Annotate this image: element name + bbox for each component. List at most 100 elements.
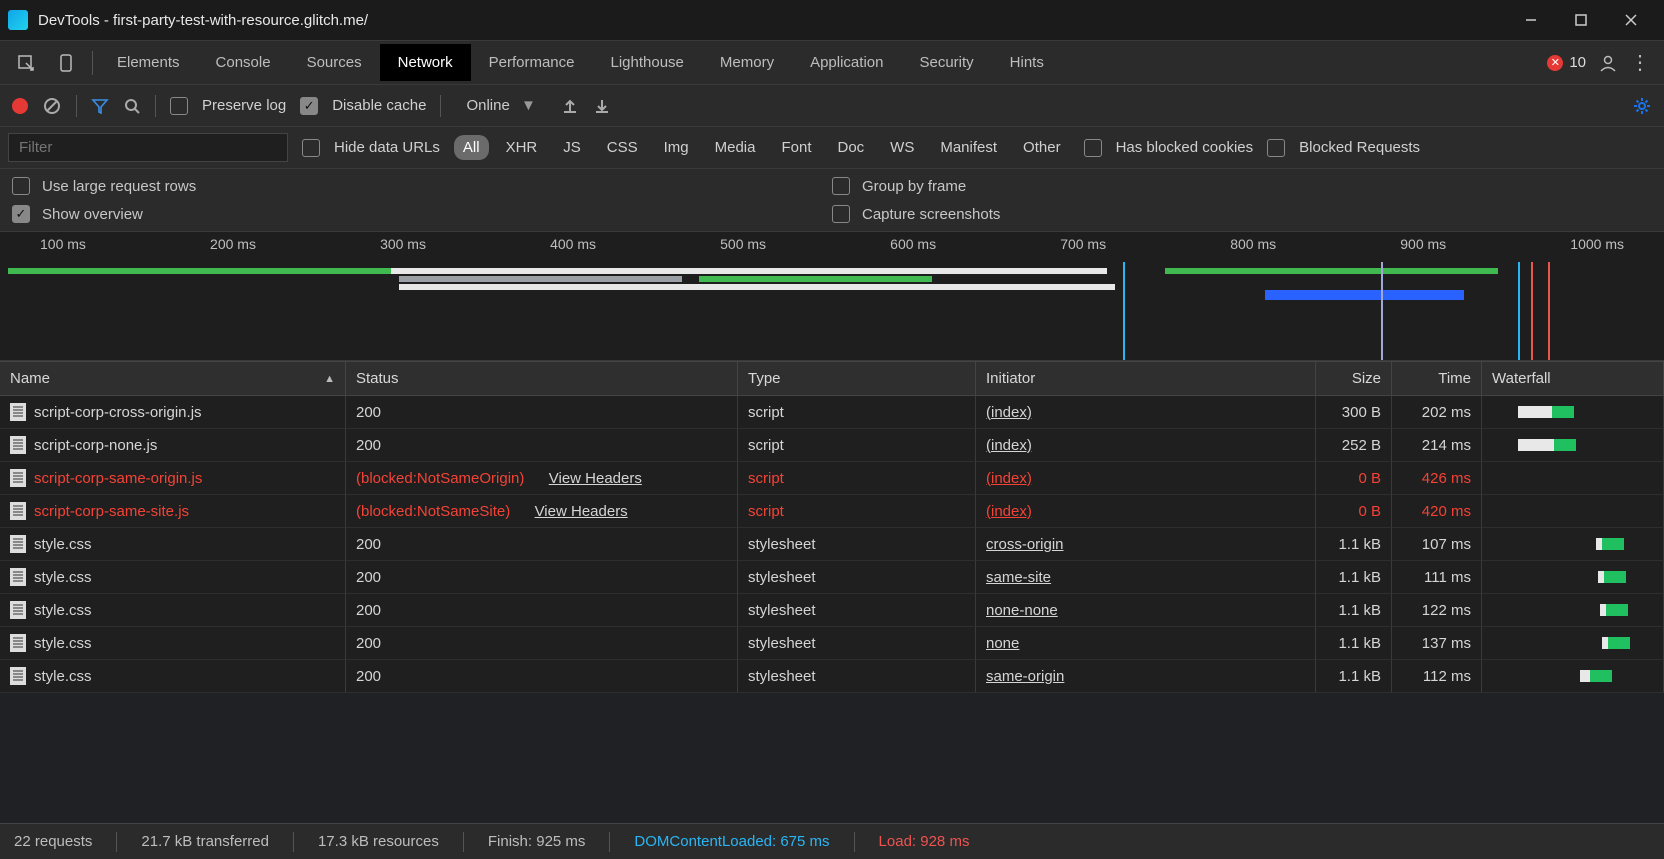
tab-elements[interactable]: Elements <box>99 44 198 81</box>
kebab-menu-icon[interactable]: ⋮ <box>1630 50 1650 75</box>
filter-icon[interactable] <box>91 97 109 115</box>
filter-type-css[interactable]: CSS <box>598 135 647 160</box>
overview-tick: 400 ms <box>550 236 596 252</box>
cell-initiator[interactable]: same-origin <box>976 660 1316 693</box>
filter-input[interactable] <box>8 133 288 162</box>
filter-type-js[interactable]: JS <box>554 135 590 160</box>
maximize-button[interactable] <box>1556 0 1606 40</box>
cell-initiator[interactable]: none-none <box>976 594 1316 627</box>
cell-waterfall <box>1482 495 1664 528</box>
group-by-frame-label: Group by frame <box>862 178 966 195</box>
preserve-log-label: Preserve log <box>202 97 286 114</box>
view-headers-link[interactable]: View Headers <box>535 503 628 520</box>
filter-type-all[interactable]: All <box>454 135 489 160</box>
upload-icon[interactable] <box>561 97 579 115</box>
cell-name[interactable]: script-corp-same-origin.js <box>0 462 346 495</box>
tab-memory[interactable]: Memory <box>702 44 792 81</box>
tab-application[interactable]: Application <box>792 44 901 81</box>
tab-console[interactable]: Console <box>198 44 289 81</box>
col-type[interactable]: Type <box>738 362 976 396</box>
cell-name[interactable]: style.css <box>0 627 346 660</box>
col-waterfall[interactable]: Waterfall <box>1482 362 1664 396</box>
filter-type-manifest[interactable]: Manifest <box>931 135 1006 160</box>
col-size[interactable]: Size <box>1316 362 1392 396</box>
cell-name[interactable]: script-corp-same-site.js <box>0 495 346 528</box>
status-requests: 22 requests <box>14 833 92 850</box>
hide-data-urls-checkbox[interactable] <box>302 139 320 157</box>
cell-size: 1.1 kB <box>1316 528 1392 561</box>
overview-timeline[interactable]: 100 ms200 ms300 ms400 ms500 ms600 ms700 … <box>0 231 1664 361</box>
group-by-frame-checkbox[interactable] <box>832 177 850 195</box>
cell-name[interactable]: style.css <box>0 594 346 627</box>
filter-type-media[interactable]: Media <box>706 135 765 160</box>
filter-bar: Hide data URLs AllXHRJSCSSImgMediaFontDo… <box>0 126 1664 168</box>
cell-type: stylesheet <box>738 528 976 561</box>
status-transferred: 21.7 kB transferred <box>141 833 269 850</box>
filter-type-img[interactable]: Img <box>655 135 698 160</box>
cell-size: 1.1 kB <box>1316 594 1392 627</box>
capture-screenshots-checkbox[interactable] <box>832 205 850 223</box>
cell-status: 200 <box>346 429 738 462</box>
filter-type-doc[interactable]: Doc <box>828 135 873 160</box>
inspect-icon[interactable] <box>6 53 46 73</box>
blocked-requests-checkbox[interactable] <box>1267 139 1285 157</box>
cell-name[interactable]: style.css <box>0 528 346 561</box>
col-name[interactable]: Name <box>0 362 346 396</box>
cell-name[interactable]: script-corp-none.js <box>0 429 346 462</box>
cell-type: stylesheet <box>738 627 976 660</box>
cell-initiator[interactable]: (index) <box>976 462 1316 495</box>
tab-hints[interactable]: Hints <box>992 44 1062 81</box>
preserve-log-checkbox[interactable] <box>170 97 188 115</box>
col-status[interactable]: Status <box>346 362 738 396</box>
cell-waterfall <box>1482 396 1664 429</box>
filter-type-ws[interactable]: WS <box>881 135 923 160</box>
view-headers-link[interactable]: View Headers <box>549 470 642 487</box>
tab-network[interactable]: Network <box>380 44 471 81</box>
device-icon[interactable] <box>46 53 86 73</box>
cell-initiator[interactable]: none <box>976 627 1316 660</box>
show-overview-checkbox[interactable] <box>12 205 30 223</box>
settings-gear-icon[interactable] <box>1632 96 1652 116</box>
cell-initiator[interactable]: (index) <box>976 495 1316 528</box>
clear-icon[interactable] <box>42 96 62 116</box>
cell-type: stylesheet <box>738 660 976 693</box>
file-icon <box>10 535 26 553</box>
cell-name[interactable]: script-corp-cross-origin.js <box>0 396 346 429</box>
requests-table: Name Status Type Initiator Size Time Wat… <box>0 361 1664 693</box>
search-icon[interactable] <box>123 97 141 115</box>
cell-initiator[interactable]: (index) <box>976 429 1316 462</box>
tab-performance[interactable]: Performance <box>471 44 593 81</box>
throttling-select[interactable]: Online ▼ <box>455 92 546 119</box>
panel-tabs: ElementsConsoleSourcesNetworkPerformance… <box>0 40 1664 84</box>
person-icon[interactable] <box>1598 53 1618 73</box>
cell-type: script <box>738 396 976 429</box>
cell-name[interactable]: style.css <box>0 660 346 693</box>
minimize-button[interactable] <box>1506 0 1556 40</box>
cell-time: 202 ms <box>1392 396 1482 429</box>
close-button[interactable] <box>1606 0 1656 40</box>
blocked-requests-label: Blocked Requests <box>1299 139 1420 156</box>
tab-sources[interactable]: Sources <box>289 44 380 81</box>
cell-initiator[interactable]: same-site <box>976 561 1316 594</box>
col-time[interactable]: Time <box>1392 362 1482 396</box>
tab-security[interactable]: Security <box>901 44 991 81</box>
cell-size: 0 B <box>1316 495 1392 528</box>
col-initiator[interactable]: Initiator <box>976 362 1316 396</box>
large-rows-checkbox[interactable] <box>12 177 30 195</box>
cell-time: 107 ms <box>1392 528 1482 561</box>
filter-type-font[interactable]: Font <box>772 135 820 160</box>
record-button[interactable] <box>12 98 28 114</box>
cell-time: 112 ms <box>1392 660 1482 693</box>
filter-type-xhr[interactable]: XHR <box>497 135 547 160</box>
cell-name[interactable]: style.css <box>0 561 346 594</box>
overview-tick: 800 ms <box>1230 236 1276 252</box>
cell-initiator[interactable]: cross-origin <box>976 528 1316 561</box>
cell-time: 137 ms <box>1392 627 1482 660</box>
has-blocked-cookies-checkbox[interactable] <box>1084 139 1102 157</box>
cell-initiator[interactable]: (index) <box>976 396 1316 429</box>
filter-type-other[interactable]: Other <box>1014 135 1070 160</box>
error-count-badge[interactable]: ✕ 10 <box>1547 54 1586 71</box>
tab-lighthouse[interactable]: Lighthouse <box>593 44 702 81</box>
disable-cache-checkbox[interactable] <box>300 97 318 115</box>
download-icon[interactable] <box>593 97 611 115</box>
